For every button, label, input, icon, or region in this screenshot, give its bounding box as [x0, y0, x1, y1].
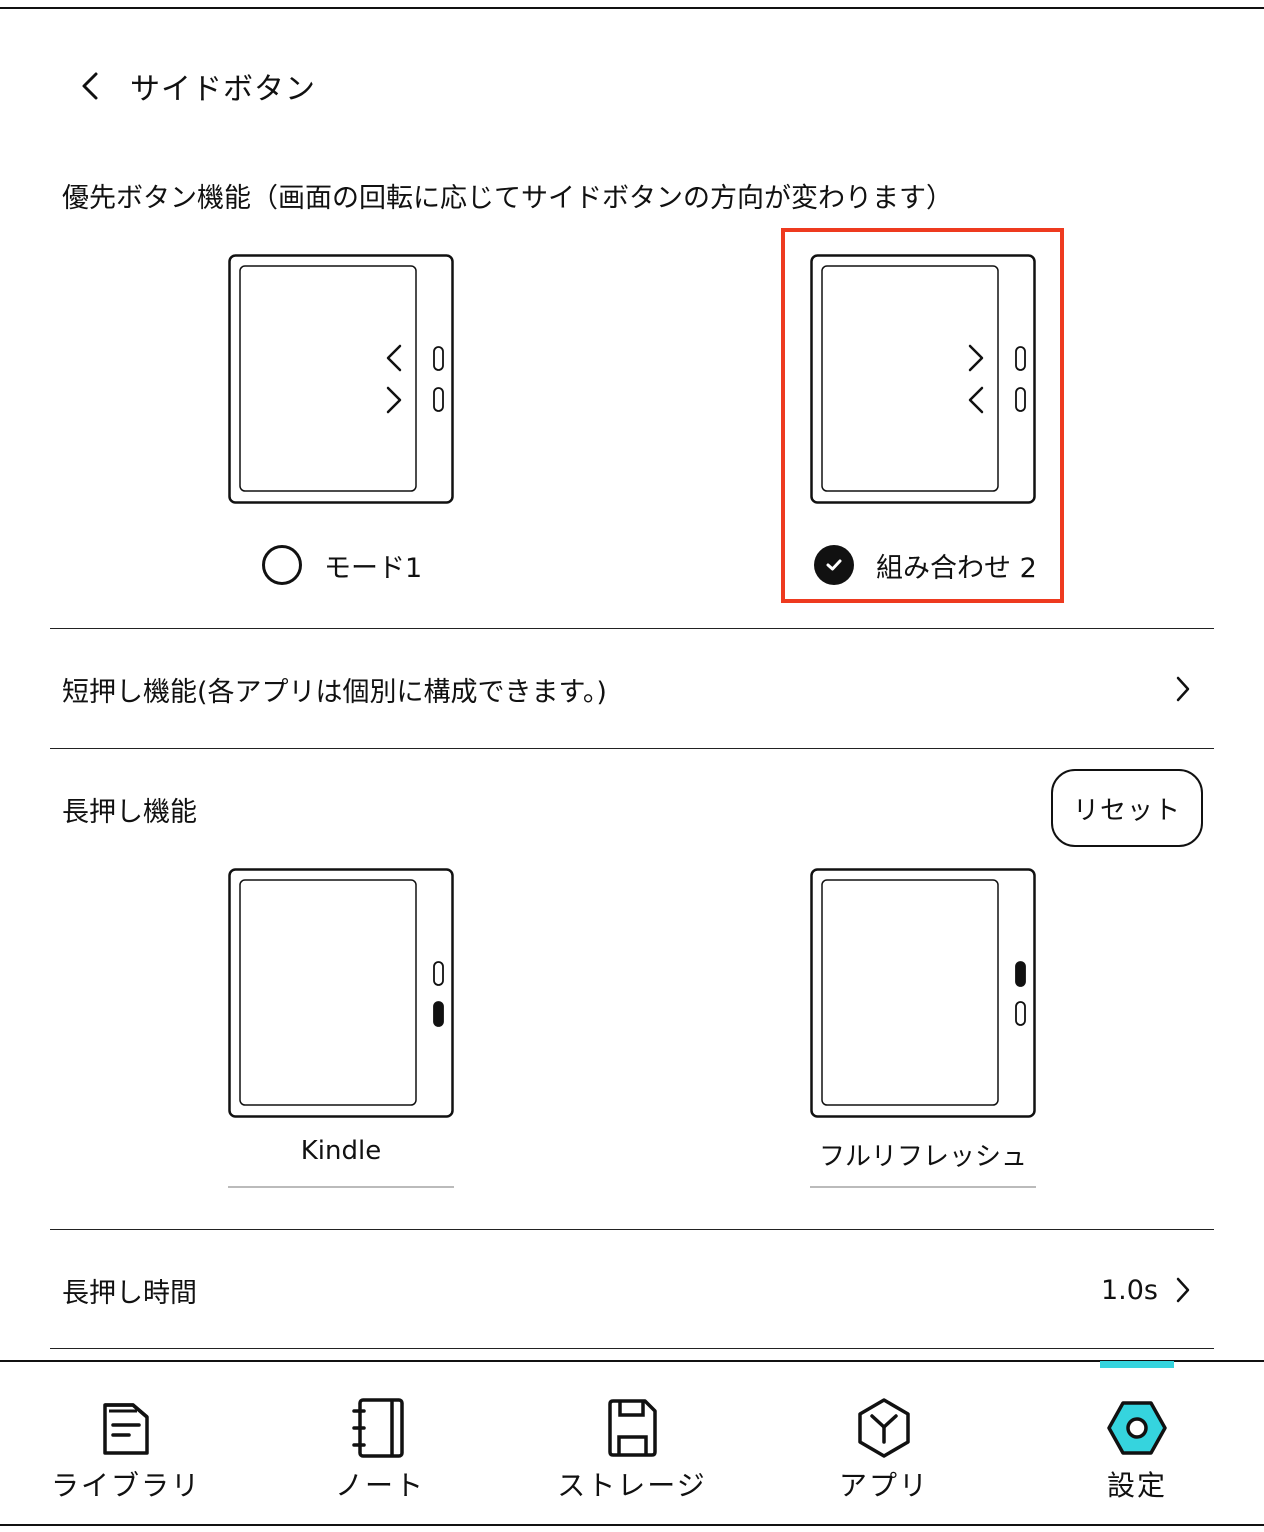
device-illustration-kindle[interactable]: [228, 868, 454, 1118]
assignment-underline: [228, 1186, 454, 1188]
long-press-time-value: 1.0s: [1100, 1274, 1158, 1306]
long-press-assignment-kindle[interactable]: Kindle: [228, 1136, 454, 1166]
back-arrow-icon[interactable]: [70, 66, 110, 106]
page-title: サイドボタン: [130, 72, 316, 107]
save-icon: [605, 1396, 659, 1460]
long-press-time-label: 長押し時間: [62, 1277, 197, 1309]
mode1-radio-option[interactable]: モード1: [262, 545, 422, 585]
header: サイドボタン: [70, 56, 316, 116]
divider: [50, 1348, 1214, 1349]
top-border: [0, 7, 1264, 9]
mode1-label: モード1: [324, 552, 423, 584]
reset-button[interactable]: リセット: [1051, 769, 1203, 847]
device-illustration-full-refresh[interactable]: [810, 868, 1036, 1118]
long-press-assignment-full-refresh[interactable]: フルリフレッシュ: [810, 1136, 1036, 1173]
chevron-right-icon: [1168, 1275, 1198, 1305]
nav-notes-label: ノート: [334, 1469, 425, 1502]
device-illustration-mode1[interactable]: [228, 254, 454, 504]
divider: [50, 748, 1214, 749]
nav-apps[interactable]: アプリ: [804, 1362, 964, 1526]
nav-library[interactable]: ライブラリ: [46, 1362, 206, 1526]
short-press-label: 短押し機能(各アプリは個別に構成できます。): [62, 676, 607, 708]
nav-settings-label: 設定: [1106, 1469, 1167, 1502]
nav-library-label: ライブラリ: [50, 1469, 201, 1502]
divider: [50, 628, 1214, 629]
library-icon: [99, 1396, 153, 1460]
apps-icon: [855, 1396, 913, 1460]
active-tab-indicator: [1100, 1361, 1174, 1368]
side-button-settings-page: サイドボタン 優先ボタン機能（画面の回転に応じてサイドボタンの方向が変わります）…: [0, 0, 1264, 1532]
assignment-underline: [810, 1186, 1036, 1188]
long-press-time-row[interactable]: 長押し時間 1.0s: [50, 1250, 1214, 1330]
radio-unchecked-icon[interactable]: [262, 545, 302, 585]
chevron-right-icon: [1168, 674, 1198, 704]
long-press-function-label: 長押し機能: [62, 797, 197, 828]
nav-storage-label: ストレージ: [557, 1469, 707, 1502]
bottom-navigation: ライブラリ ノート ストレージ アプリ 設定: [0, 1360, 1264, 1524]
settings-icon: [1106, 1396, 1168, 1460]
nav-storage[interactable]: ストレージ: [552, 1362, 712, 1526]
short-press-function-row[interactable]: 短押し機能(各アプリは個別に構成できます。): [50, 649, 1214, 729]
divider: [50, 1229, 1214, 1230]
selection-highlight-box: [781, 228, 1064, 603]
nav-apps-label: アプリ: [838, 1469, 929, 1502]
nav-settings[interactable]: 設定: [1057, 1362, 1217, 1526]
nav-notes[interactable]: ノート: [300, 1362, 460, 1526]
notebook-icon: [352, 1396, 408, 1460]
priority-function-label: 優先ボタン機能（画面の回転に応じてサイドボタンの方向が変わります）: [62, 183, 953, 214]
bottom-border: [0, 1524, 1264, 1526]
